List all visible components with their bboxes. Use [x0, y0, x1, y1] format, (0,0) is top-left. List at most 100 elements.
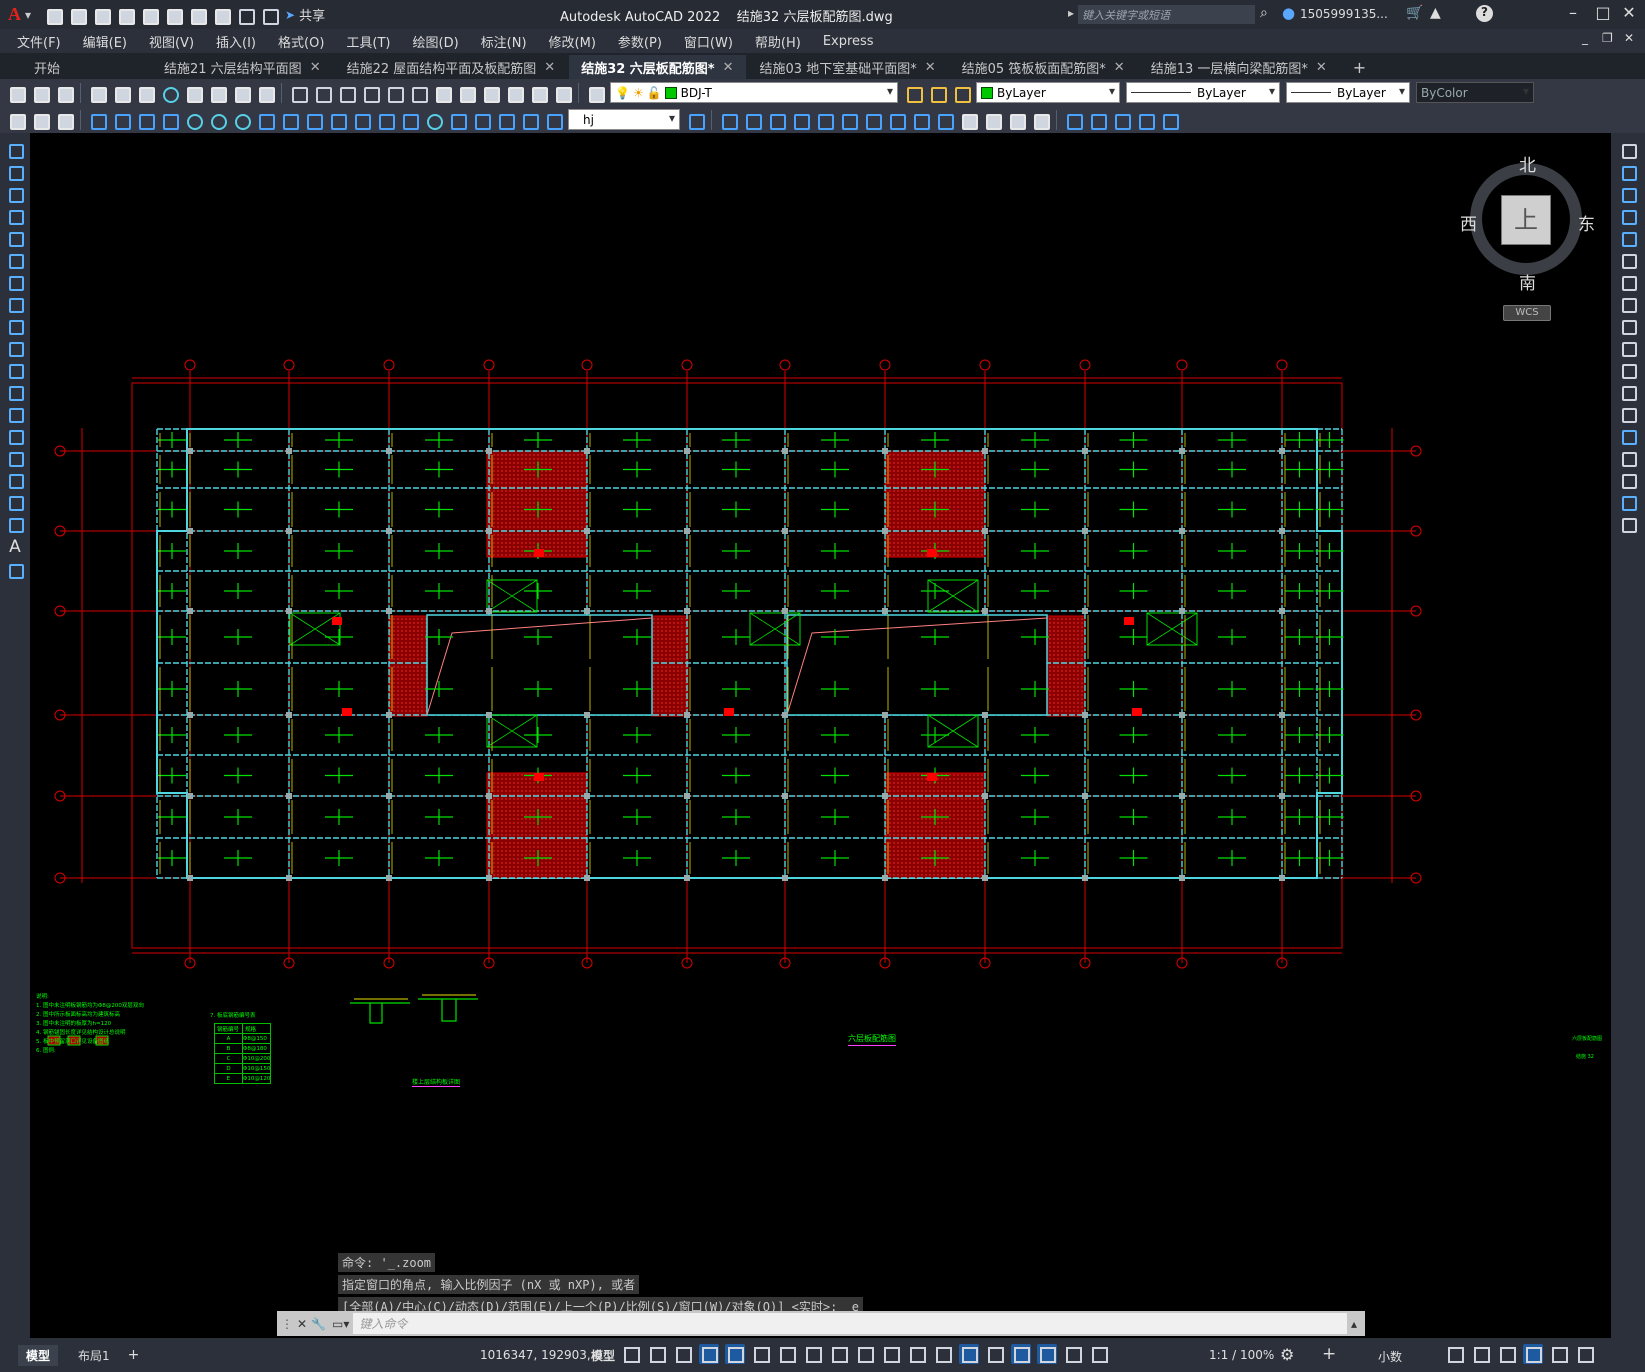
layout-tab-model[interactable]: 模型 [18, 1344, 59, 1366]
ucs-previous-icon[interactable] [1111, 110, 1131, 130]
quick-properties-icon[interactable] [1445, 1344, 1465, 1364]
annotation-monitor-icon[interactable]: + [1322, 1344, 1336, 1364]
arc-icon[interactable] [6, 251, 24, 269]
web-icon[interactable] [159, 83, 179, 103]
stretch-icon[interactable] [1619, 317, 1637, 335]
command-customize-icon[interactable]: 🔧 [311, 1317, 326, 1331]
menu-edit[interactable]: 编辑(E) [83, 32, 127, 51]
dim-baseline-icon[interactable] [303, 110, 323, 130]
dim-radius-icon[interactable] [183, 110, 203, 130]
grid-icon[interactable] [621, 1344, 641, 1364]
properties-icon[interactable] [432, 83, 452, 103]
app-menu-chevron-icon[interactable]: ▾ [25, 8, 31, 22]
menu-file[interactable]: 文件(F) [17, 32, 61, 51]
command-close-icon[interactable]: ✕ [297, 1317, 307, 1331]
circle-icon[interactable] [6, 273, 24, 291]
ucs-icon[interactable] [1063, 110, 1083, 130]
region-icon[interactable] [6, 493, 24, 511]
dim-edit-icon[interactable] [495, 110, 515, 130]
view-iso-sw-icon[interactable] [814, 110, 834, 130]
object-snap-icon[interactable] [829, 1344, 849, 1364]
new-file-icon[interactable] [43, 5, 64, 25]
view-top-icon[interactable] [742, 110, 762, 130]
zoom-realtime-icon[interactable] [360, 83, 380, 103]
3d-osnap-icon[interactable] [933, 1344, 953, 1364]
dynamic-ucs-icon[interactable] [959, 1344, 979, 1364]
dim-update-icon[interactable] [543, 110, 563, 130]
view-camera-icon[interactable] [910, 110, 930, 130]
customization-icon[interactable] [1575, 1344, 1595, 1364]
paste-icon[interactable] [231, 83, 251, 103]
copy-icon[interactable] [207, 83, 227, 103]
tab-structure-22[interactable]: 结施22 屋面结构平面及板配筋图 ✕ [335, 55, 568, 79]
compass-south[interactable]: 南 [1519, 269, 1536, 294]
tab-structure-13[interactable]: 结施13 一层横向梁配筋图* ✕ [1139, 55, 1339, 79]
tab-close-icon[interactable]: ✕ [723, 60, 734, 75]
cart-icon[interactable]: 🛒 [1406, 5, 1423, 21]
infer-constraints-icon[interactable] [673, 1344, 693, 1364]
close-icon[interactable]: ✕ [1616, 3, 1642, 22]
dim-style-icon[interactable] [685, 110, 705, 130]
ortho-icon[interactable] [725, 1344, 745, 1364]
tolerance-icon[interactable] [399, 110, 419, 130]
isolate-objects-icon[interactable] [1497, 1344, 1517, 1364]
break-at-point-icon[interactable] [1619, 383, 1637, 401]
zoom-window-icon[interactable] [384, 83, 404, 103]
dim-ordinate-icon[interactable] [159, 110, 179, 130]
view-iso-ne-icon[interactable] [862, 110, 882, 130]
qsave-icon[interactable] [54, 83, 74, 103]
sheet-set-icon[interactable] [504, 83, 524, 103]
redo-icon[interactable] [235, 5, 256, 25]
dim-text-edit-icon[interactable] [519, 110, 539, 130]
line-icon[interactable] [6, 141, 24, 159]
undo-toolbar-icon[interactable] [288, 83, 308, 103]
menu-dimension[interactable]: 标注(N) [481, 32, 527, 51]
tab-close-icon[interactable]: ✕ [925, 60, 936, 75]
maximize-icon[interactable]: □ [1590, 3, 1616, 22]
doc-restore-icon[interactable]: ❐ [1602, 31, 1613, 45]
lineweight-icon[interactable] [855, 1344, 875, 1364]
dim-continue-icon[interactable] [327, 110, 347, 130]
transparency-icon[interactable] [881, 1344, 901, 1364]
polygon-icon[interactable] [6, 207, 24, 225]
menu-parametric[interactable]: 参数(P) [618, 32, 662, 51]
inspection-icon[interactable] [447, 110, 467, 130]
workspace-icon[interactable] [6, 110, 26, 130]
share-button[interactable]: 共享 [299, 5, 325, 24]
gizmo-icon[interactable] [1011, 1344, 1031, 1364]
redo-toolbar-icon[interactable] [312, 83, 332, 103]
search-icon[interactable]: ⌕ [1260, 5, 1268, 21]
point-icon[interactable] [6, 427, 24, 445]
autodesk-app-icon[interactable]: ▲ [1430, 5, 1441, 21]
doc-close-icon[interactable]: ✕ [1624, 31, 1634, 45]
graphics-performance-icon[interactable] [1523, 1344, 1543, 1364]
polyline-icon[interactable] [6, 185, 24, 203]
tab-structure-05[interactable]: 结施05 筏板板面配筋图* ✕ [950, 55, 1137, 79]
offset-icon[interactable] [1619, 207, 1637, 225]
dim-diameter-icon[interactable] [231, 110, 251, 130]
add-selected-icon[interactable] [6, 561, 24, 579]
annotation-scale-icon[interactable] [1089, 1344, 1109, 1364]
move-icon[interactable] [1619, 251, 1637, 269]
menu-insert[interactable]: 插入(I) [216, 32, 256, 51]
open-icon[interactable] [30, 83, 50, 103]
join-icon[interactable] [1619, 427, 1637, 445]
visual-style-icon[interactable] [958, 110, 978, 130]
layer-state-icon[interactable] [951, 83, 971, 103]
add-layout-button[interactable]: + [128, 1347, 140, 1363]
workspace-gear-icon[interactable]: ⚙ [1280, 1345, 1294, 1364]
dim-angular-icon[interactable] [255, 110, 275, 130]
insert-block-icon[interactable] [6, 383, 24, 401]
design-center-icon[interactable] [456, 83, 476, 103]
multiline-text-icon[interactable]: A [9, 537, 21, 557]
object-snap-tracking-icon[interactable] [803, 1344, 823, 1364]
compass-north[interactable]: 北 [1519, 151, 1536, 176]
tab-close-icon[interactable]: ✕ [1114, 60, 1125, 75]
recent-commands-icon[interactable]: ▭▾ [332, 1317, 349, 1331]
scale-icon[interactable] [1619, 295, 1637, 313]
view-right-icon[interactable] [790, 110, 810, 130]
annotation-scale-value[interactable]: 1:1 / 100% [1209, 1348, 1274, 1362]
match-properties-icon[interactable] [255, 83, 275, 103]
view-iso-nw-icon[interactable] [886, 110, 906, 130]
blend-curves-icon[interactable] [1619, 493, 1637, 511]
